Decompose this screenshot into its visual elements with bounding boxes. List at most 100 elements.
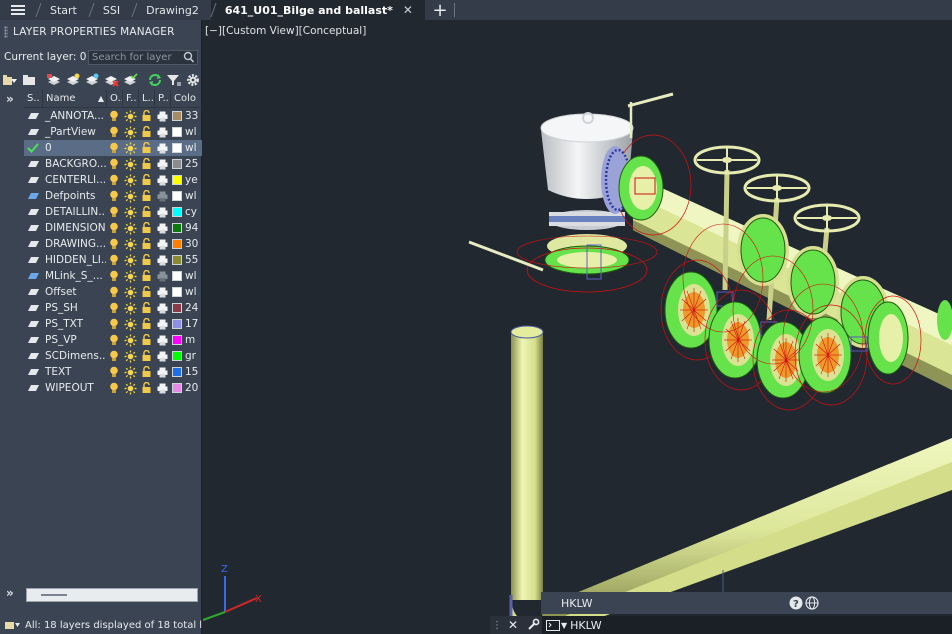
layer-status-icon[interactable] xyxy=(24,156,42,172)
layer-plot-printer-icon[interactable] xyxy=(154,300,170,316)
layer-unlock-icon[interactable] xyxy=(138,188,154,204)
layer-thaw-sun-icon[interactable] xyxy=(122,284,138,300)
layer-name[interactable]: DIMENSION xyxy=(42,222,106,234)
layer-row[interactable]: Offset wl xyxy=(24,284,202,300)
layer-unlock-icon[interactable] xyxy=(138,268,154,284)
expand-panel-icon[interactable]: » xyxy=(6,586,14,600)
layer-status-icon[interactable] xyxy=(24,316,42,332)
column-plot[interactable]: P.. xyxy=(154,89,170,108)
tab-ssi[interactable]: SSI xyxy=(89,0,132,20)
layer-color-cell[interactable]: 94 xyxy=(170,222,200,234)
layer-plot-printer-icon[interactable] xyxy=(154,268,170,284)
layer-name[interactable]: Defpoints xyxy=(42,190,106,202)
column-freeze[interactable]: F.. xyxy=(122,89,138,108)
layer-row[interactable]: _ANNOTA... 33 xyxy=(24,108,202,124)
refresh-button[interactable] xyxy=(147,73,163,87)
layer-status-icon[interactable] xyxy=(24,348,42,364)
layer-unlock-icon[interactable] xyxy=(138,284,154,300)
layer-plot-printer-icon[interactable] xyxy=(154,108,170,124)
layer-plot-printer-icon[interactable] xyxy=(154,284,170,300)
layer-on-bulb-icon[interactable] xyxy=(106,124,122,140)
filter-toggle-button[interactable] xyxy=(166,73,182,87)
layer-unlock-icon[interactable] xyxy=(138,348,154,364)
layer-name[interactable]: 0 xyxy=(42,142,106,154)
layer-color-cell[interactable]: ye xyxy=(170,174,200,186)
layer-color-cell[interactable]: wl xyxy=(170,190,200,202)
chevron-down-icon[interactable]: ▼ xyxy=(561,621,567,630)
layer-row[interactable]: PS_VP m xyxy=(24,332,202,348)
help-icon[interactable]: ? xyxy=(789,596,803,610)
layer-on-bulb-icon[interactable] xyxy=(106,140,122,156)
layer-on-bulb-icon[interactable] xyxy=(106,220,122,236)
layer-status-icon[interactable] xyxy=(24,300,42,316)
layer-thaw-sun-icon[interactable] xyxy=(122,332,138,348)
layer-color-cell[interactable]: 33 xyxy=(170,110,200,122)
layer-color-cell[interactable]: 17 xyxy=(170,318,200,330)
layer-thaw-sun-icon[interactable] xyxy=(122,268,138,284)
layer-name[interactable]: _PartView xyxy=(42,126,106,138)
layer-name[interactable]: PS_SH xyxy=(42,302,106,314)
search-input[interactable]: Search for layer xyxy=(88,49,198,65)
layer-plot-printer-icon[interactable] xyxy=(154,204,170,220)
layer-on-bulb-icon[interactable] xyxy=(106,300,122,316)
layer-row[interactable]: 0 wl xyxy=(24,140,202,156)
layer-status-icon[interactable] xyxy=(24,124,42,140)
layer-thaw-sun-icon[interactable] xyxy=(122,124,138,140)
layer-status-icon[interactable] xyxy=(24,188,42,204)
layer-unlock-icon[interactable] xyxy=(138,140,154,156)
new-group-filter-button[interactable] xyxy=(21,73,37,87)
settings-button[interactable] xyxy=(185,73,201,87)
layer-plot-printer-icon[interactable] xyxy=(154,252,170,268)
layer-plot-printer-icon[interactable] xyxy=(154,140,170,156)
layer-color-cell[interactable]: 24 xyxy=(170,302,200,314)
layer-unlock-icon[interactable] xyxy=(138,236,154,252)
layer-on-bulb-icon[interactable] xyxy=(106,268,122,284)
layer-name[interactable]: _ANNOTA... xyxy=(42,110,106,122)
layer-name[interactable]: PS_TXT xyxy=(42,318,106,330)
layer-on-bulb-icon[interactable] xyxy=(106,348,122,364)
layer-thaw-sun-icon[interactable] xyxy=(122,140,138,156)
layer-row[interactable]: PS_SH 24 xyxy=(24,300,202,316)
layer-on-bulb-icon[interactable] xyxy=(106,284,122,300)
layer-plot-printer-icon[interactable] xyxy=(154,124,170,140)
layer-status-icon[interactable] xyxy=(24,380,42,396)
layer-name[interactable]: DRAWING... xyxy=(42,238,106,250)
layer-thaw-sun-icon[interactable] xyxy=(122,300,138,316)
layer-unlock-icon[interactable] xyxy=(138,380,154,396)
layer-filter-icon[interactable] xyxy=(4,619,22,631)
layer-name[interactable]: BACKGRO... xyxy=(42,158,106,170)
layer-unlock-icon[interactable] xyxy=(138,156,154,172)
ucs-icon[interactable]: Z X xyxy=(203,564,262,621)
current-layer-check-icon[interactable] xyxy=(24,140,42,156)
layer-row[interactable]: WIPEOUT 20 xyxy=(24,380,202,396)
layer-color-cell[interactable]: 20 xyxy=(170,382,200,394)
delete-layer-button[interactable] xyxy=(103,73,119,87)
layer-color-cell[interactable]: 55 xyxy=(170,254,200,266)
layer-on-bulb-icon[interactable] xyxy=(106,316,122,332)
drawing-viewport[interactable]: [−][Custom View][Conceptual] Z X xyxy=(203,20,952,634)
layer-name[interactable]: SCDimens... xyxy=(42,350,106,362)
layer-unlock-icon[interactable] xyxy=(138,124,154,140)
new-layer-vp-frozen-button[interactable] xyxy=(84,73,100,87)
layer-on-bulb-icon[interactable] xyxy=(106,380,122,396)
application-menu-button[interactable] xyxy=(0,0,36,20)
layer-on-bulb-icon[interactable] xyxy=(106,332,122,348)
layer-on-bulb-icon[interactable] xyxy=(106,172,122,188)
panel-title-bar[interactable]: LAYER PROPERTIES MANAGER xyxy=(0,20,201,44)
layer-status-icon[interactable] xyxy=(24,204,42,220)
layer-unlock-icon[interactable] xyxy=(138,252,154,268)
layer-color-cell[interactable]: wl xyxy=(170,270,200,282)
layer-plot-printer-icon[interactable] xyxy=(154,348,170,364)
close-command-icon[interactable]: ✕ xyxy=(508,618,518,632)
layer-thaw-sun-icon[interactable] xyxy=(122,204,138,220)
layer-name[interactable]: TEXT xyxy=(42,366,106,378)
command-grip-icon[interactable]: ⋮ xyxy=(492,620,502,631)
command-prompt-icon[interactable] xyxy=(546,619,560,631)
layer-thaw-sun-icon[interactable] xyxy=(122,236,138,252)
column-status[interactable]: S.. xyxy=(24,90,42,108)
layer-unlock-icon[interactable] xyxy=(138,300,154,316)
tab-start[interactable]: Start xyxy=(36,0,89,20)
layer-plot-printer-icon[interactable] xyxy=(154,332,170,348)
layer-color-cell[interactable]: wl xyxy=(170,286,200,298)
layer-color-cell[interactable]: 30 xyxy=(170,238,200,250)
